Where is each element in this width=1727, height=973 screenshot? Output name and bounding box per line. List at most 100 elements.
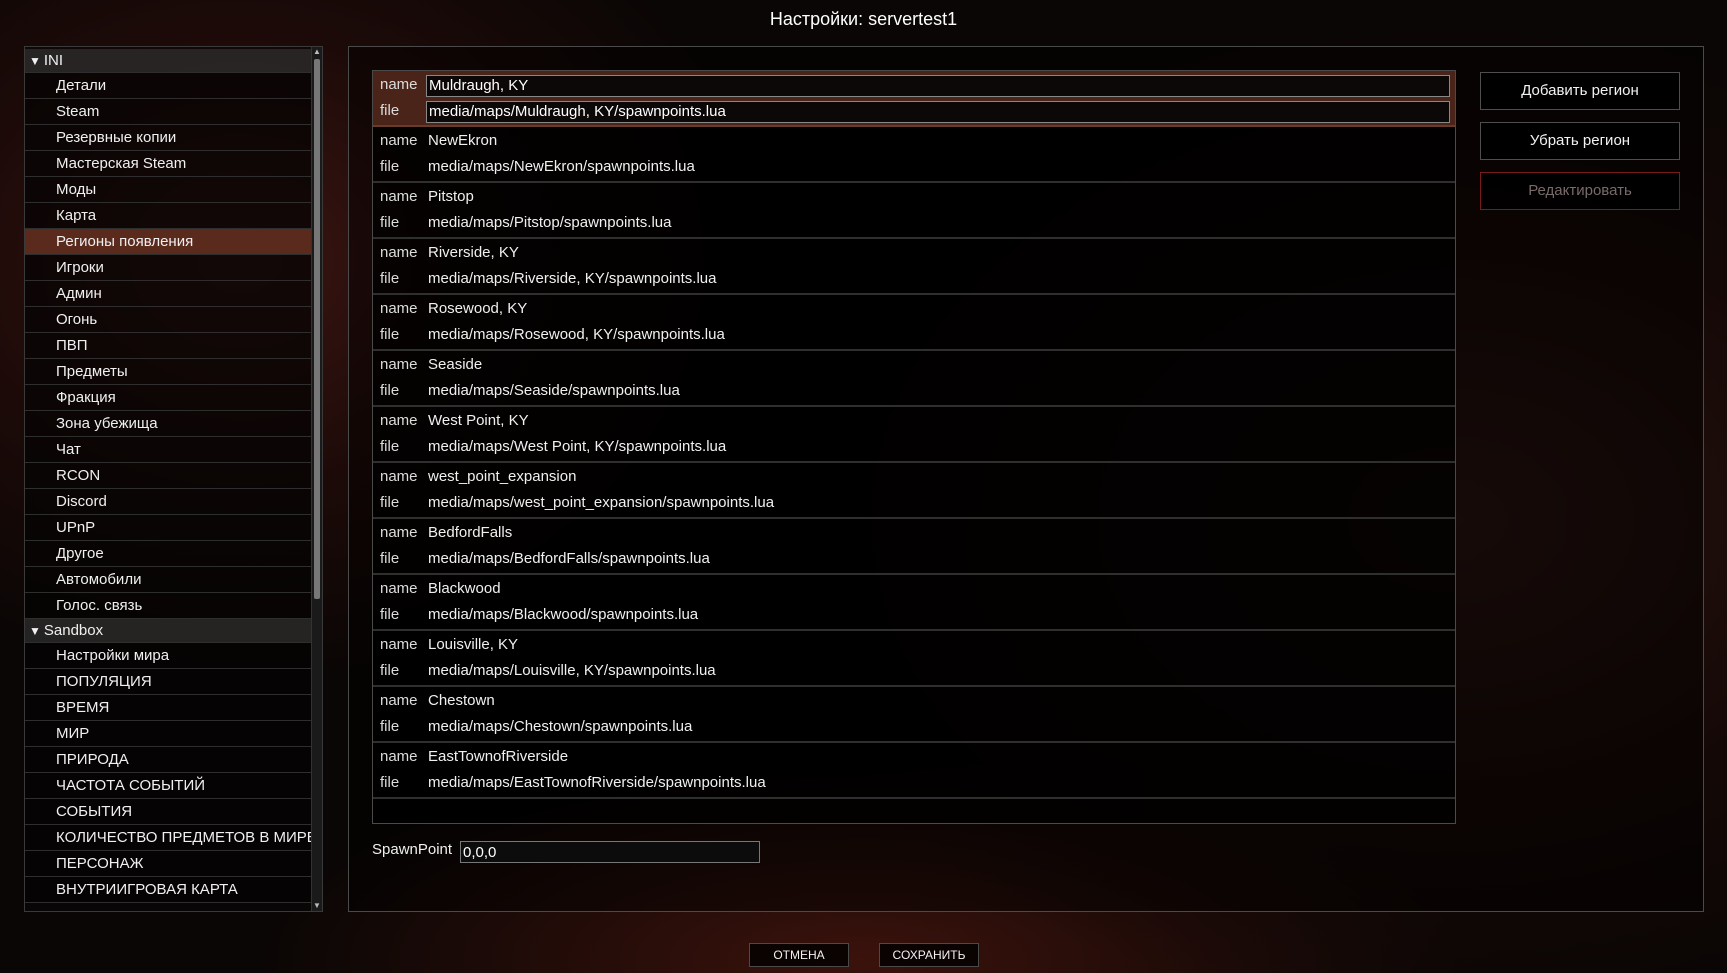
region-name-row: name Chestown — [373, 688, 1455, 714]
region-name-row: name West Point, KY — [373, 408, 1455, 434]
region-file-key: file — [380, 438, 400, 455]
nav-item[interactable]: Автомобили — [25, 567, 312, 593]
nav-item[interactable]: Discord — [25, 489, 312, 515]
region-row[interactable]: name Rosewood, KY file media/maps/Rosewood,… — [373, 295, 1455, 351]
region-file-row: file media/maps/west_point_expansion/spaw… — [373, 490, 1455, 516]
region-name-row: name Louisville, KY — [373, 632, 1455, 658]
spawn-region-list[interactable]: name Muldraugh, KY file media/maps/Muldraug… — [372, 70, 1456, 824]
nav-item[interactable]: ВНУТРИИГРОВАЯ КАРТА — [25, 877, 312, 903]
region-file-value[interactable]: media/maps/Muldraugh, KY/spawnpoints.lua — [426, 101, 1450, 123]
region-file-key: file — [380, 494, 400, 511]
region-file-value: media/maps/Seaside/spawnpoints.lua — [428, 382, 680, 399]
region-name-value: Louisville, KY — [428, 636, 519, 653]
nav-item[interactable]: Резервные копии — [25, 125, 312, 151]
nav-item[interactable]: Предметы — [25, 359, 312, 385]
nav-item[interactable]: МИР — [25, 721, 312, 747]
window-title: Настройки: servertest1 — [769, 9, 958, 29]
nav-item[interactable]: Карта — [25, 203, 312, 229]
nav-item[interactable]: КОЛИЧЕСТВО ПРЕДМЕТОВ В МИРЕ — [25, 825, 312, 851]
region-row[interactable]: name BedfordFalls file media/maps/BedfordFa… — [373, 519, 1455, 575]
scroll-thumb[interactable] — [314, 59, 320, 599]
nav-item[interactable]: Игроки — [25, 255, 312, 281]
nav-item[interactable]: Зона убежища — [25, 411, 312, 437]
nav-item[interactable]: Моды — [25, 177, 312, 203]
region-name-value: west_point_expansion — [428, 468, 577, 485]
region-name-key: name — [380, 132, 418, 149]
nav-item[interactable]: UPnP — [25, 515, 312, 541]
region-name-key: name — [380, 636, 418, 653]
region-file-row: file media/maps/EastTownofRiverside/spawn… — [373, 770, 1455, 796]
region-name-key: name — [380, 76, 418, 93]
scroll-down-icon[interactable]: ▼ — [312, 901, 322, 911]
region-row[interactable]: name Louisville, KY file media/maps/Louisvi… — [373, 631, 1455, 687]
nav-scrollbar[interactable]: ▲ ▼ — [311, 47, 322, 911]
region-name-value: Riverside, KY — [428, 244, 519, 261]
region-name-key: name — [380, 300, 418, 317]
nav-item[interactable]: ПВП — [25, 333, 312, 359]
region-name-key: name — [380, 580, 418, 597]
nav-item[interactable]: ПОПУЛЯЦИЯ — [25, 669, 312, 695]
region-row[interactable]: name Muldraugh, KY file media/maps/Muldraug… — [373, 71, 1455, 127]
region-name-row: name Pitstop — [373, 184, 1455, 210]
nav-item[interactable]: Детали — [25, 73, 312, 99]
region-name-value: Chestown — [428, 692, 495, 709]
region-row[interactable]: name Chestown file media/maps/Chestown/spaw… — [373, 687, 1455, 743]
region-name-row: name Rosewood, KY — [373, 296, 1455, 322]
nav-item[interactable]: ПРИРОДА — [25, 747, 312, 773]
region-file-key: file — [380, 662, 400, 679]
nav-item[interactable]: Голос. связь — [25, 593, 312, 619]
nav-item[interactable]: Другое — [25, 541, 312, 567]
save-button[interactable]: СОХРАНИТЬ — [879, 943, 979, 967]
region-file-row: file media/maps/Pitstop/spawnpoints.lua — [373, 210, 1455, 236]
settings-nav-panel: ▼ INI Детали Steam Резервные копии Мастерская… — [24, 46, 323, 912]
nav-item[interactable]: Фракция — [25, 385, 312, 411]
region-file-key: file — [380, 550, 400, 567]
nav-group-header[interactable]: ▼ Sandbox — [25, 619, 312, 643]
region-row[interactable]: name West Point, KY file media/maps/West Po… — [373, 407, 1455, 463]
region-file-value: media/maps/Chestown/spawnpoints.lua — [428, 718, 693, 735]
region-name-value: NewEkron — [428, 132, 498, 149]
region-file-key: file — [380, 774, 400, 791]
region-file-value: media/maps/NewEkron/spawnpoints.lua — [428, 158, 695, 175]
region-row[interactable]: name Seaside file media/maps/Seaside/spawnp… — [373, 351, 1455, 407]
cancel-button[interactable]: ОТМЕНА — [749, 943, 849, 967]
region-row[interactable]: name EastTownofRiverside file media/maps/Ea… — [373, 743, 1455, 799]
region-name-value[interactable]: Muldraugh, KY — [426, 75, 1450, 97]
nav-item[interactable]: Чат — [25, 437, 312, 463]
nav-item[interactable]: Админ — [25, 281, 312, 307]
remove-region-button[interactable]: Убрать регион — [1480, 122, 1680, 160]
nav-item[interactable]: ПЕРСОНАЖ — [25, 851, 312, 877]
region-file-value: media/maps/EastTownofRiverside/spawnpoin… — [428, 774, 766, 791]
spawnpoint-label: SpawnPoint — [372, 841, 453, 858]
nav-item[interactable]: ВРЕМЯ — [25, 695, 312, 721]
region-row[interactable]: name Riverside, KY file media/maps/Riversid… — [373, 239, 1455, 295]
scroll-up-icon[interactable]: ▲ — [312, 47, 322, 57]
nav-item[interactable]: RCON — [25, 463, 312, 489]
region-file-row: file media/maps/NewEkron/spawnpoints.lua — [373, 154, 1455, 180]
add-region-button[interactable]: Добавить регион — [1480, 72, 1680, 110]
region-name-row: name EastTownofRiverside — [373, 744, 1455, 770]
region-file-key: file — [380, 158, 400, 175]
region-row[interactable]: name Pitstop file media/maps/Pitstop/spawnp… — [373, 183, 1455, 239]
nav-item[interactable]: Steam — [25, 99, 312, 125]
region-file-value: media/maps/Rosewood, KY/spawnpoints.lua — [428, 326, 725, 343]
region-row[interactable]: name west_point_expansion file media/maps/w… — [373, 463, 1455, 519]
nav-item[interactable]: Огонь — [25, 307, 312, 333]
nav-item[interactable]: ЧАСТОТА СОБЫТИЙ — [25, 773, 312, 799]
nav-item[interactable]: Мастерская Steam — [25, 151, 312, 177]
region-row[interactable]: name Blackwood file media/maps/Blackwood/sp… — [373, 575, 1455, 631]
nav-item[interactable]: Регионы появления — [25, 229, 312, 255]
region-file-key: file — [380, 102, 400, 119]
region-name-value: West Point, KY — [428, 412, 529, 429]
nav-item[interactable]: СОБЫТИЯ — [25, 799, 312, 825]
nav-group-label: INI — [43, 52, 64, 69]
nav-item[interactable]: Настройки мира — [25, 643, 312, 669]
region-row[interactable]: name NewEkron file media/maps/NewEkron/spaw… — [373, 127, 1455, 183]
nav-group-label: Sandbox — [43, 622, 104, 639]
region-file-row: file media/maps/West Point, KY/spawnpoint… — [373, 434, 1455, 460]
nav-group-header[interactable]: ▼ INI — [25, 49, 312, 73]
region-name-row: name Blackwood — [373, 576, 1455, 602]
spawnpoint-input[interactable] — [460, 841, 760, 863]
edit-region-button[interactable]: Редактировать — [1480, 172, 1680, 210]
region-file-row: file media/maps/Muldraugh, KY/spawnpoints… — [373, 98, 1455, 124]
